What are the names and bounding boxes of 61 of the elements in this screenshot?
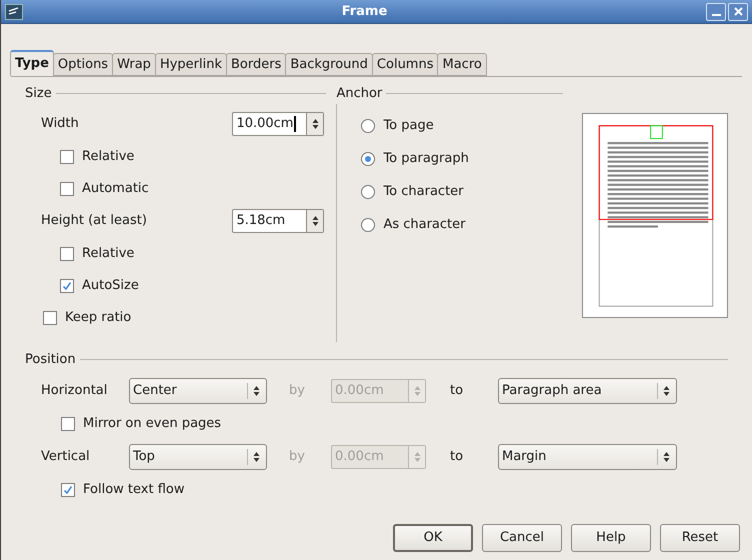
checkbox[interactable] xyxy=(60,182,74,196)
checkbox-label: Automatic xyxy=(82,180,149,198)
check-icon xyxy=(63,484,73,494)
up-down-arrows-icon xyxy=(414,384,420,396)
up-down-arrows-icon xyxy=(253,450,260,462)
tab[interactable]: Hyperlink xyxy=(154,53,227,76)
checkbox-label: Relative xyxy=(82,244,134,263)
tab[interactable]: Options xyxy=(52,53,114,76)
radio-button[interactable] xyxy=(361,218,376,232)
tab[interactable]: Macro xyxy=(437,53,487,76)
radio-button[interactable] xyxy=(361,185,376,199)
up-down-arrows-icon xyxy=(414,450,420,462)
checkbox[interactable] xyxy=(60,246,74,260)
checkbox[interactable] xyxy=(60,278,74,292)
radio-button[interactable] xyxy=(361,119,376,133)
tab[interactable]: Columns xyxy=(372,53,438,76)
field-label: Height (at least) xyxy=(41,212,147,230)
checkbox-label: Follow text flow xyxy=(83,480,184,499)
radio-label: To character xyxy=(383,183,464,202)
tab[interactable]: Background xyxy=(285,53,373,76)
dialog-button[interactable]: OK xyxy=(393,524,473,552)
up-down-arrows-icon xyxy=(663,384,670,396)
dialog-button[interactable]: Reset xyxy=(660,524,740,552)
close-button[interactable] xyxy=(728,2,748,20)
spin-field[interactable]: 10.00cm xyxy=(232,112,324,136)
field-label: Width xyxy=(41,115,79,134)
up-down-arrows-icon xyxy=(312,215,319,227)
checkbox-label: Mirror on even pages xyxy=(83,414,222,433)
spin-field[interactable]: 5.18cm xyxy=(232,209,324,233)
field-label: by xyxy=(289,382,306,400)
radio-label: As character xyxy=(383,216,466,234)
field-label: Horizontal xyxy=(41,382,108,400)
minimize-button[interactable] xyxy=(706,2,726,20)
checkbox[interactable] xyxy=(60,150,74,164)
section-title: Size xyxy=(25,85,52,103)
dialog-button[interactable]: Help xyxy=(571,524,651,552)
checkbox-label: Keep ratio xyxy=(65,308,132,327)
field-label: by xyxy=(289,448,306,466)
tab[interactable]: Borders xyxy=(226,53,286,76)
text-cursor xyxy=(294,116,296,132)
section-title: Position xyxy=(25,351,76,369)
up-down-arrows-icon xyxy=(663,450,670,462)
radio-label: To page xyxy=(383,117,434,136)
tab[interactable]: Wrap xyxy=(112,53,156,76)
checkbox[interactable] xyxy=(43,310,57,324)
field-label: to xyxy=(450,448,464,466)
check-icon xyxy=(62,280,72,290)
checkbox-label: AutoSize xyxy=(82,276,139,295)
field-label: Vertical xyxy=(41,448,91,466)
section-title: Anchor xyxy=(336,85,382,103)
close-icon xyxy=(734,7,742,16)
up-down-arrows-icon xyxy=(253,384,260,396)
radio-label: To paragraph xyxy=(383,150,469,168)
up-down-arrows-icon xyxy=(312,118,319,130)
checkbox-label: Relative xyxy=(82,148,134,166)
tab[interactable]: Type xyxy=(10,50,54,76)
dialog-button[interactable]: Cancel xyxy=(482,524,562,552)
window-title: Frame xyxy=(340,2,388,21)
radio-button[interactable] xyxy=(361,152,376,166)
field-label: to xyxy=(450,382,464,400)
app-icon xyxy=(5,4,23,20)
